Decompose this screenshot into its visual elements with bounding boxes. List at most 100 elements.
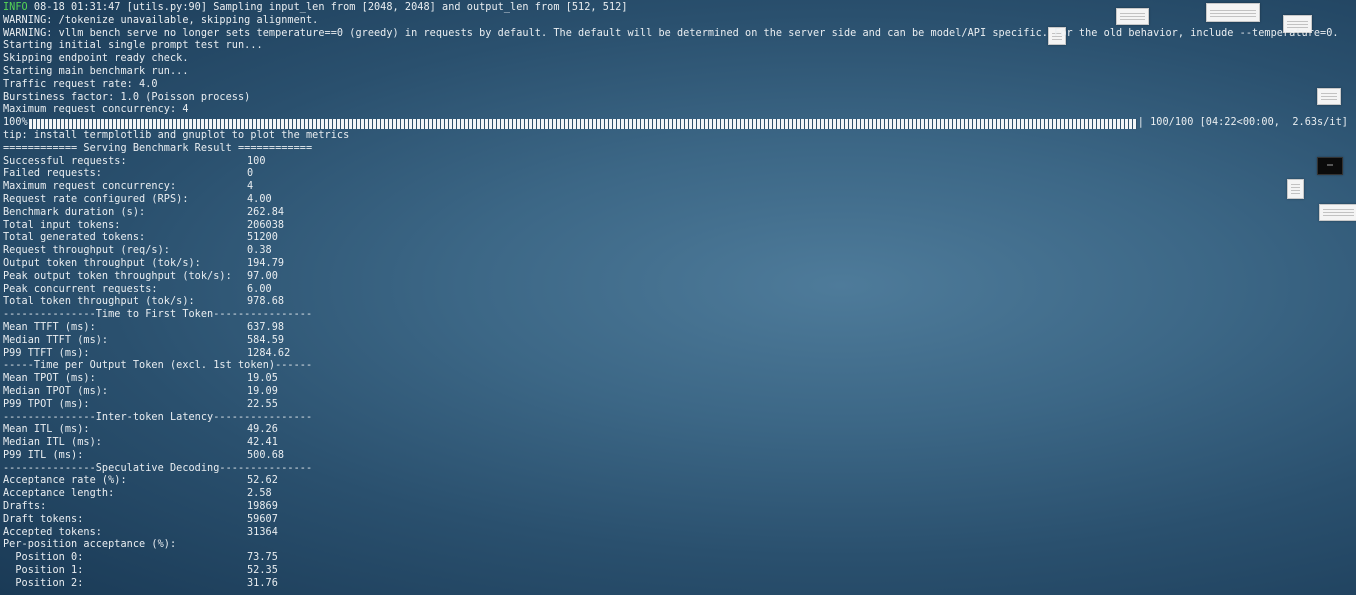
result-row: Per-position acceptance (%): [3, 539, 1349, 552]
metric-value: 49.26 [247, 424, 278, 436]
log-line: Maximum request concurrency: 4 [3, 104, 189, 116]
metric-value: 100 [247, 155, 266, 167]
metric-value: 59607 [247, 513, 278, 525]
section-separator: ---------------Time to First Token------… [3, 309, 313, 321]
log-line: Skipping endpoint ready check. [3, 53, 189, 65]
result-row: Benchmark duration (s): 262.84 [3, 207, 1349, 220]
result-header: ============ Serving Benchmark Result ==… [3, 142, 313, 154]
metric-value: 51200 [247, 232, 278, 244]
result-row: Mean TTFT (ms): 637.98 [3, 322, 1349, 335]
metric-label: Drafts: [3, 501, 47, 513]
result-row: Position 2: 31.76 [3, 578, 1349, 591]
metric-label: Mean TPOT (ms): [3, 373, 96, 385]
metric-label: Request throughput (req/s): [3, 245, 170, 257]
log-line: Starting main benchmark run... [3, 65, 189, 77]
result-row: Acceptance length: 2.58 [3, 488, 1349, 501]
section-separator: ---------------Inter-token Latency------… [3, 411, 313, 423]
metric-label: Peak output token throughput (tok/s): [3, 270, 232, 282]
terminal-output[interactable]: INFO 08-18 01:31:47 [utils.py:90] Sampli… [3, 2, 1349, 591]
log-line: WARNING: /tokenize unavailable, skipping… [3, 14, 319, 26]
metric-value: 22.55 [247, 398, 278, 410]
result-row: Request throughput (req/s): 0.38 [3, 245, 1349, 258]
metric-label: Median TTFT (ms): [3, 334, 109, 346]
section-separator: -----Time per Output Token (excl. 1st to… [3, 360, 313, 372]
metric-label: Maximum request concurrency: [3, 181, 177, 193]
metric-label: Median TPOT (ms): [3, 385, 109, 397]
results-table: Successful requests: 100 Failed requests: 0… [3, 156, 1349, 591]
metric-label: Per-position acceptance (%): [3, 539, 177, 551]
progress-row: 100% | 100/100 [04:22<00:00, 2.63s/it] [3, 117, 1349, 130]
tip-line: tip: install termplotlib and gnuplot to … [3, 129, 350, 141]
metric-value: 0 [247, 168, 254, 180]
result-row: P99 TPOT (ms): 22.55 [3, 399, 1349, 412]
metric-value: 31.76 [247, 577, 278, 589]
metric-label: Accepted tokens: [3, 526, 102, 538]
metric-value: 52.62 [247, 475, 278, 487]
log-line-info: INFO 08-18 01:31:47 [utils.py:90] Sampli… [3, 2, 1349, 15]
result-row: Maximum request concurrency: 4 [3, 181, 1349, 194]
metric-value: 2.58 [247, 488, 272, 500]
metric-value: 194.79 [247, 257, 285, 269]
result-row: P99 TTFT (ms): 1284.62 [3, 348, 1349, 361]
section-separator: ---------------Speculative Decoding-----… [3, 462, 313, 474]
metric-value: 73.75 [247, 552, 278, 564]
result-row: Total generated tokens: 51200 [3, 232, 1349, 245]
result-row: Peak concurrent requests: 6.00 [3, 284, 1349, 297]
log-line: Starting initial single prompt test run.… [3, 40, 263, 52]
metric-label: Median ITL (ms): [3, 437, 102, 449]
metric-value: 0.38 [247, 245, 272, 257]
metric-label: Request rate configured (RPS): [3, 193, 189, 205]
result-row: Median TPOT (ms): 19.09 [3, 386, 1349, 399]
metric-value: 1284.62 [247, 347, 291, 359]
result-row: Median ITL (ms): 42.41 [3, 437, 1349, 450]
metric-label: Output token throughput (tok/s): [3, 257, 201, 269]
metric-label: P99 ITL (ms): [3, 449, 84, 461]
result-row: Median TTFT (ms): 584.59 [3, 335, 1349, 348]
metric-label: Total input tokens: [3, 219, 121, 231]
result-row: Draft tokens: 59607 [3, 514, 1349, 527]
metric-value: 500.68 [247, 449, 285, 461]
log-line: Traffic request rate: 4.0 [3, 78, 158, 90]
result-row: Total token throughput (tok/s): 978.68 [3, 296, 1349, 309]
result-row: Drafts: 19869 [3, 501, 1349, 514]
metric-label: Successful requests: [3, 155, 127, 167]
metric-label: Total token throughput (tok/s): [3, 296, 195, 308]
result-row: P99 ITL (ms): 500.68 [3, 450, 1349, 463]
metric-value: 19869 [247, 501, 278, 513]
metric-value: 42.41 [247, 437, 278, 449]
result-row: Accepted tokens: 31364 [3, 527, 1349, 540]
metric-value: 19.09 [247, 385, 278, 397]
result-row: Mean TPOT (ms): 19.05 [3, 373, 1349, 386]
metric-value: 262.84 [247, 206, 285, 218]
result-row: Position 0: 73.75 [3, 552, 1349, 565]
metric-label: Mean ITL (ms): [3, 424, 90, 436]
result-row: Mean ITL (ms): 49.26 [3, 424, 1349, 437]
metric-value: 4.00 [247, 193, 272, 205]
result-row: Request rate configured (RPS): 4.00 [3, 194, 1349, 207]
result-row: Position 1: 52.35 [3, 565, 1349, 578]
metric-label: Mean TTFT (ms): [3, 321, 96, 333]
metric-value: 6.00 [247, 283, 272, 295]
result-row: Acceptance rate (%): 52.62 [3, 475, 1349, 488]
metric-label: Position 2: [3, 577, 84, 589]
metric-value: 4 [247, 181, 254, 193]
result-row: Total input tokens: 206038 [3, 220, 1349, 233]
metric-label: Position 1: [3, 565, 84, 577]
metric-value: 19.05 [247, 373, 278, 385]
metric-label: Failed requests: [3, 168, 102, 180]
metric-value: 637.98 [247, 321, 285, 333]
metric-label: Acceptance length: [3, 488, 115, 500]
result-row: Successful requests: 100 [3, 156, 1349, 169]
metric-label: Peak concurrent requests: [3, 283, 158, 295]
log-line: WARNING: vllm bench serve no longer sets… [3, 27, 1339, 39]
metric-value: 978.68 [247, 296, 285, 308]
result-row: Output token throughput (tok/s): 194.79 [3, 258, 1349, 271]
info-tag: INFO [3, 2, 28, 13]
metric-label: Position 0: [3, 552, 84, 564]
metric-label: Total generated tokens: [3, 232, 146, 244]
metric-label: Draft tokens: [3, 513, 84, 525]
metric-value: 31364 [247, 526, 278, 538]
metric-label: P99 TTFT (ms): [3, 347, 90, 359]
metric-value: 584.59 [247, 334, 285, 346]
metric-value: 97.00 [247, 270, 278, 282]
